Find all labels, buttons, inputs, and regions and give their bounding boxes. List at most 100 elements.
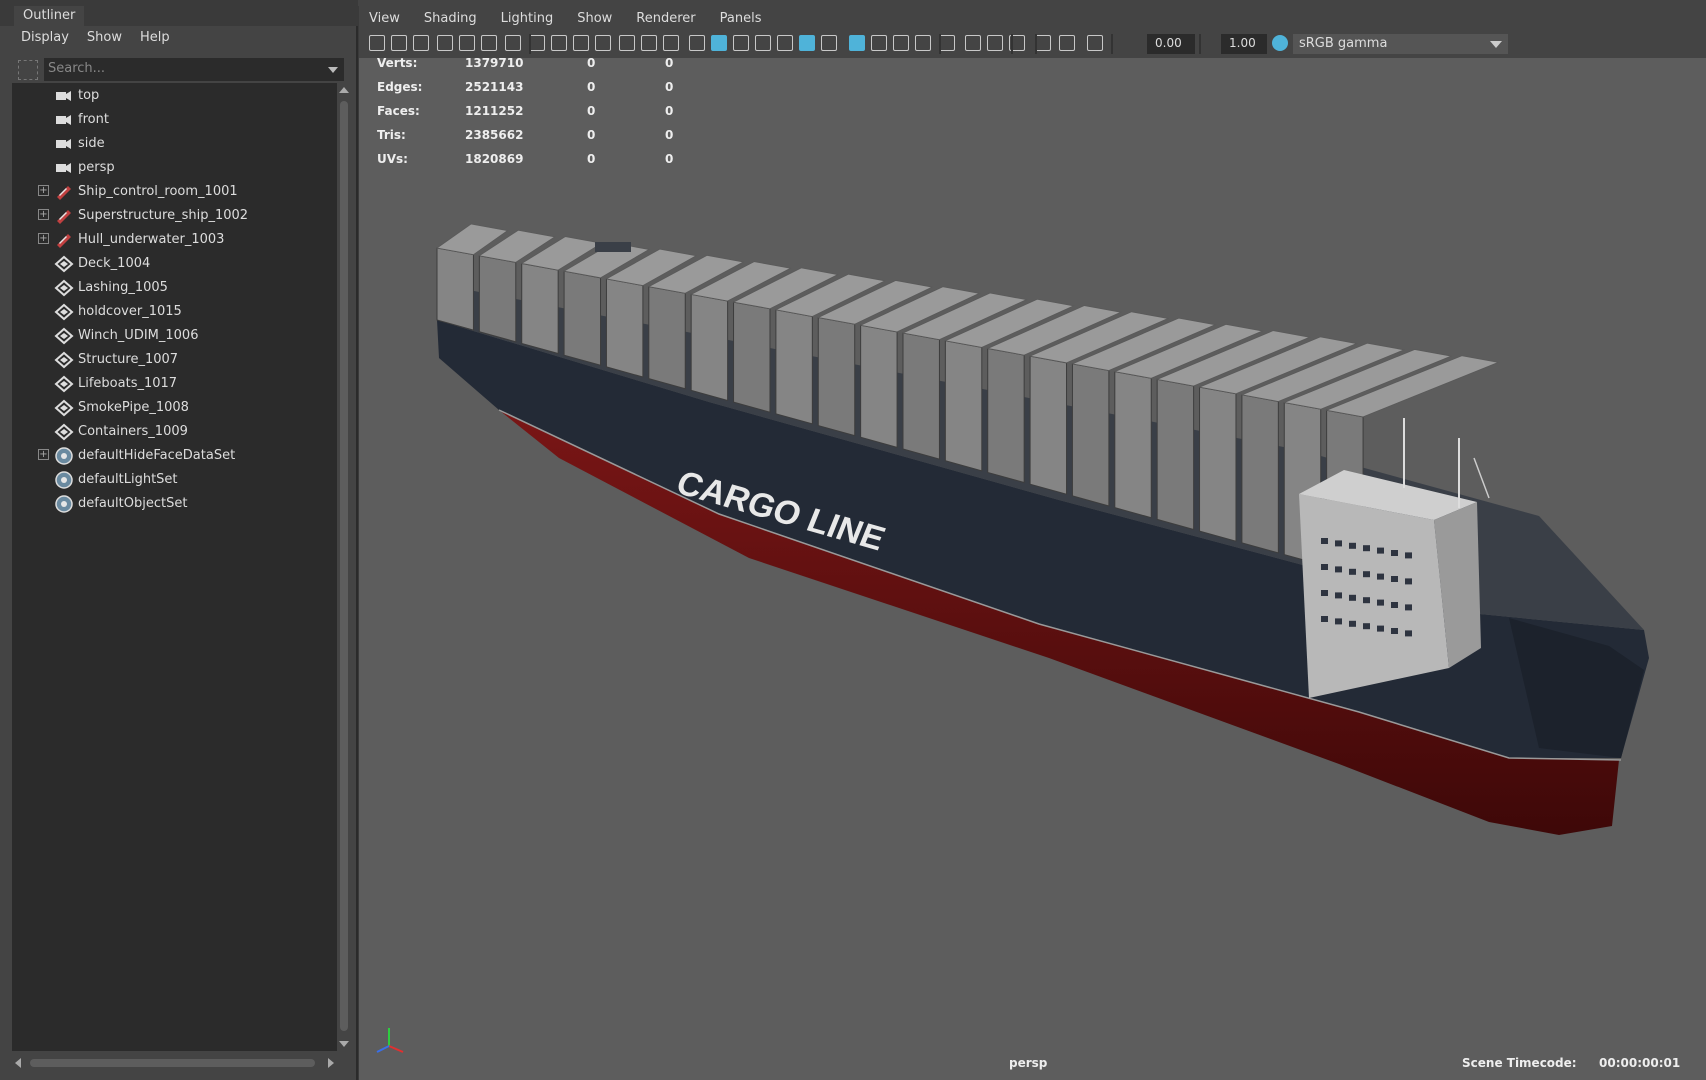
toolbar-tool-icon[interactable] [413,35,429,51]
toolbar-tool-icon[interactable] [551,35,567,51]
toolbar-tool-icon[interactable] [777,35,793,51]
menu-shading[interactable]: Shading [424,11,477,30]
color-management-icon[interactable] [1272,35,1288,51]
container-stack [1241,394,1279,554]
scroll-left-icon[interactable] [15,1058,21,1068]
expand-icon[interactable]: + [38,449,49,460]
menu-lighting[interactable]: Lighting [501,11,554,30]
menu-view[interactable]: View [369,11,400,30]
bridge-window [1363,623,1370,630]
toolbar-tool-icon[interactable] [849,35,865,51]
outliner-item[interactable]: SmokePipe_1008 [12,397,337,419]
selection-filter-icon[interactable] [18,60,38,80]
toolbar-tool-icon[interactable] [1059,35,1075,51]
toolbar-tool-icon[interactable] [459,35,475,51]
expand-icon[interactable]: + [38,233,49,244]
menu-help[interactable]: Help [140,30,170,52]
toolbar-tool-icon[interactable] [1035,35,1051,51]
toolbar-tool-icon[interactable] [755,35,771,51]
hud-c1: 1379710 [465,56,524,70]
toolbar-tool-icon[interactable] [965,35,981,51]
outliner-item[interactable]: defaultObjectSet [12,493,337,515]
toolbar-tool-icon[interactable] [573,35,589,51]
outliner-item-label: holdcover_1015 [78,304,182,319]
color-space-dropdown[interactable]: sRGB gamma [1293,34,1508,54]
menu-renderer[interactable]: Renderer [636,11,695,30]
toolbar-tool-icon[interactable] [641,35,657,51]
outliner-item[interactable]: + Hull_underwater_1003 [12,229,337,251]
scroll-thumb[interactable] [340,101,348,1031]
container-stack [605,278,644,378]
outliner-item[interactable]: Containers_1009 [12,421,337,443]
outliner-item[interactable]: Winch_UDIM_1006 [12,325,337,347]
bow-structure [595,242,631,252]
hud-c2: 0 [587,80,596,94]
toolbar-tool-icon[interactable] [505,35,521,51]
toolbar-tool-icon[interactable] [893,35,909,51]
scene-view[interactable]: CARGO LINE [359,58,1706,1080]
outliner-horizontal-scrollbar[interactable] [12,1056,337,1070]
toolbar-tool-icon[interactable] [529,35,545,51]
menu-panels[interactable]: Panels [720,11,762,30]
toolbar-tool-icon[interactable] [391,35,407,51]
search-dropdown-icon[interactable] [328,67,338,73]
toolbar-tool-icon[interactable] [1087,35,1103,51]
toolbar-tool-icon[interactable] [799,35,815,51]
outliner-tab[interactable]: Outliner [14,6,84,26]
toolbar-tool-icon[interactable] [369,35,385,51]
toolbar-tool-icon[interactable] [915,35,931,51]
toolbar-tool-icon[interactable] [871,35,887,51]
outliner-item[interactable]: Lifeboats_1017 [12,373,337,395]
expand-icon[interactable]: + [38,185,49,196]
outliner-item[interactable]: defaultLightSet [12,469,337,491]
outliner-item[interactable]: Structure_1007 [12,349,337,371]
outliner-item[interactable]: Deck_1004 [12,253,337,275]
bridge-window [1391,550,1398,556]
bridge-window [1321,590,1328,596]
outliner-vertical-scrollbar[interactable] [337,83,351,1051]
scroll-right-icon[interactable] [328,1058,334,1068]
outliner-item[interactable]: top [12,85,337,107]
outliner-item[interactable]: holdcover_1015 [12,301,337,323]
container-stack [1071,363,1110,507]
toolbar-tool-icon[interactable] [987,35,1003,51]
outliner-item[interactable]: front [12,109,337,131]
toolbar-tool-icon[interactable] [663,35,679,51]
toolbar-tool-icon[interactable] [437,35,453,51]
bridge-window [1335,566,1342,573]
toolbar-tool-icon[interactable] [939,35,955,51]
toolbar-tool-icon[interactable] [595,35,611,51]
toolbar-tool-icon[interactable] [821,35,837,51]
gamma-field[interactable]: 1.00 [1221,34,1267,54]
axis-gizmo [376,1028,404,1053]
menu-display[interactable]: Display [21,30,69,52]
hud-c3: 0 [665,104,674,118]
scroll-thumb[interactable] [30,1059,315,1067]
mast [1473,457,1490,499]
toolbar-tool-icon[interactable] [481,35,497,51]
outliner-item[interactable]: + Superstructure_ship_1002 [12,205,337,227]
viewport-panel[interactable]: View Shading Lighting Show Renderer Pane… [358,6,1706,1080]
toolbar-tool-icon[interactable] [689,35,705,51]
outliner-item-label: Lashing_1005 [78,280,168,295]
menu-show[interactable]: Show [577,11,612,30]
toolbar-separator [1011,34,1013,54]
bridge-window [1377,599,1384,606]
outliner-item[interactable]: + Ship_control_room_1001 [12,181,337,203]
outliner-item[interactable]: persp [12,157,337,179]
outliner-item[interactable]: Lashing_1005 [12,277,337,299]
toolbar-tool-icon[interactable] [619,35,635,51]
search-input[interactable]: Search... [44,58,344,81]
menu-show[interactable]: Show [87,30,122,52]
scroll-up-icon[interactable] [339,87,349,93]
toolbar-tool-icon[interactable] [711,35,727,51]
hud-label: Verts: [377,56,418,70]
outliner-item[interactable]: + defaultHideFaceDataSet [12,445,337,467]
exposure-field[interactable]: 0.00 [1147,34,1195,54]
toolbar-tool-icon[interactable] [733,35,749,51]
outliner-item-label: Structure_1007 [78,352,179,367]
outliner-item[interactable]: side [12,133,337,155]
scroll-down-icon[interactable] [339,1041,349,1047]
expand-icon[interactable]: + [38,209,49,220]
outliner-item-label: Containers_1009 [78,424,188,439]
